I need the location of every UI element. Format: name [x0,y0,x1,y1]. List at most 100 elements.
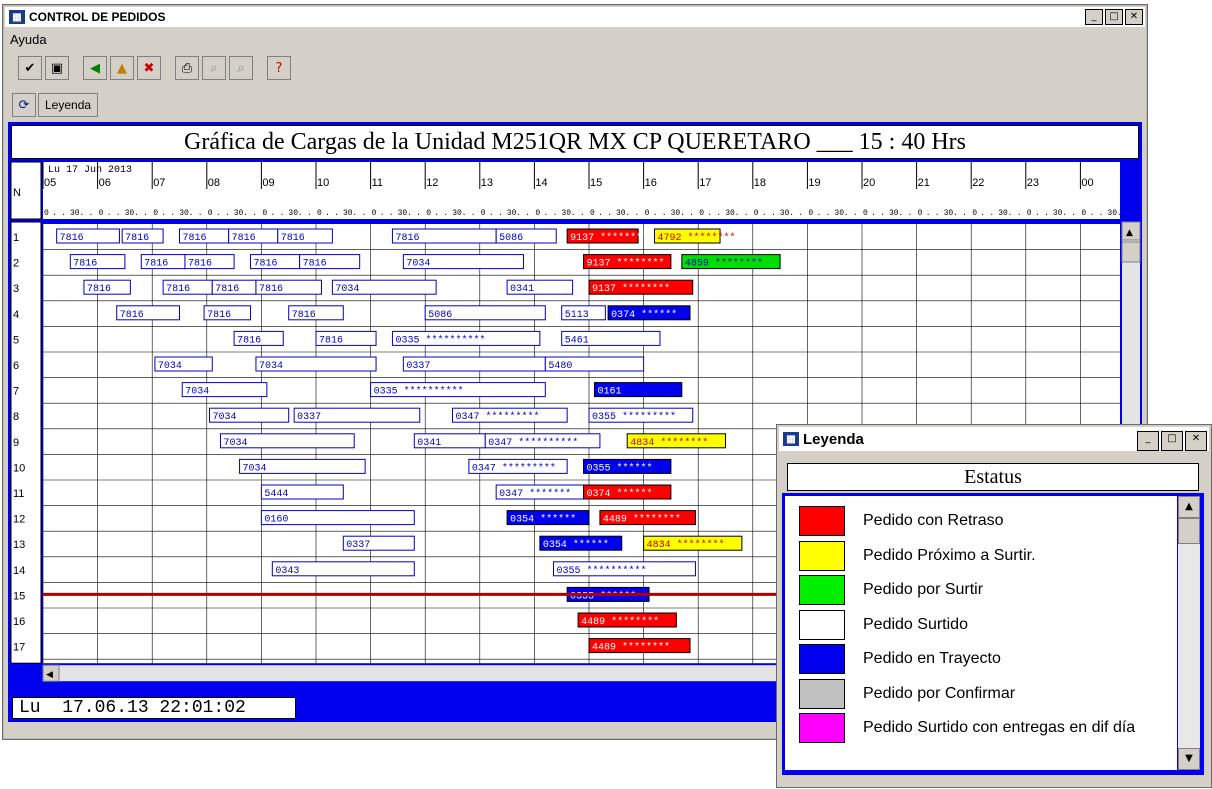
row-number: 12 [13,514,25,526]
minute-dot: . [598,209,603,218]
gantt-bar-label: 7034 [158,361,182,372]
minute-dot: . [1062,209,1067,218]
scroll-up-icon[interactable]: ▲ [1178,496,1200,518]
menu-ayuda[interactable]: Ayuda [10,32,47,47]
legend-button[interactable]: Leyenda [38,93,99,117]
minute-label-0: 0 [262,209,267,218]
gantt-bar-label: 7034 [335,284,359,295]
up-icon[interactable]: ▲ [110,56,134,80]
minute-dot: . [1117,209,1122,218]
minute-dot: . [689,209,694,218]
minute-dot: . [170,209,175,218]
row-number: 3 [13,283,19,295]
gantt-bar-label: 7816 [73,259,97,270]
legend-minimize-icon[interactable]: _ [1137,431,1159,451]
row-number: 7 [13,386,19,398]
gantt-bar-label: 7034 [213,412,237,423]
legend-item: Pedido por Confirmar [799,678,1015,709]
minute-dot: . [707,209,712,218]
minute-label-30: 30 [780,209,790,218]
minute-dot: . [580,209,585,218]
minute-label-30: 30 [616,209,626,218]
save-icon[interactable]: ▣ [45,56,69,80]
hour-label: 23 [1027,177,1039,189]
gantt-bar-label: 7816 [87,284,111,295]
hour-label: 17 [699,177,711,189]
gantt-bar-label: 7816 [253,259,277,270]
minute-dot: . [607,209,612,218]
scroll-thumb[interactable] [1178,518,1200,544]
minute-label-30: 30 [1053,209,1063,218]
gantt-bar-label: 0335 ********** [374,386,464,398]
minimize-icon[interactable]: _ [1085,9,1103,25]
refresh-icon[interactable]: ⟳ [12,93,36,117]
minute-dot: . [898,209,903,218]
minute-dot: . [525,209,530,218]
gantt-bar-label: 4792 ******** [658,232,736,244]
gantt-bar-label: 0347 ********* [456,411,540,423]
minute-dot: . [962,209,967,218]
gantt-bar-label: 4834 ******** [630,437,708,449]
minute-dot: . [407,209,412,218]
title-bar[interactable]: ▦ CONTROL DE PEDIDOS _ □ ✕ [5,7,1145,27]
gantt-bar-label: 7816 [232,233,256,244]
minute-label-30: 30 [671,209,681,218]
legend-window-title: Leyenda [803,430,864,448]
legend-toolbar: ⟳ Leyenda [12,93,99,117]
row-number: 17 [13,642,25,654]
legend-body: Pedido con Retraso Pedido Próximo a Surti… [782,493,1204,775]
hour-label: 08 [208,177,220,189]
gantt-bar-label: 0343 [275,566,299,577]
back-icon[interactable]: ◀ [83,56,107,80]
minute-label-0: 0 [426,209,431,218]
legend-title-bar[interactable]: ▦ Leyenda _ □ ✕ [779,427,1209,451]
gantt-bar-label: 7816 [207,310,231,321]
minute-dot: . [225,209,230,218]
legend-maximize-icon[interactable]: □ [1161,431,1183,451]
legend-header: Estatus [787,463,1199,491]
minute-dot: . [271,209,276,218]
legend-close-icon[interactable]: ✕ [1185,431,1207,451]
minute-dot: . [489,209,494,218]
minute-dot: . [107,209,112,218]
minute-label-0: 0 [1027,209,1032,218]
help-icon[interactable]: ? [267,56,291,80]
minute-label-30: 30 [343,209,353,218]
legend-window: ▦ Leyenda _ □ ✕ Estatus Pedido con Retra… [776,424,1212,788]
minute-dot: . [498,209,503,218]
hour-label: 09 [262,177,274,189]
legend-item: Pedido Surtido con entregas en dif día [799,713,1135,743]
check-icon[interactable]: ✔ [18,56,42,80]
gantt-bar-label: 0374 ****** [587,488,653,500]
gantt-bar-label: 7816 [319,335,343,346]
scroll-down-icon[interactable]: ▼ [1178,748,1200,770]
minute-dot: . [1035,209,1040,218]
print-icon[interactable]: ⎙ [175,56,199,80]
find-next-icon[interactable]: ⌕ [229,56,253,80]
legend-item: Pedido con Retraso [799,506,1004,536]
close-icon[interactable]: ✕ [1125,9,1143,25]
legend-scrollbar[interactable]: ▲ ▼ [1178,496,1200,770]
gantt-bar-label: 0355 ****** [570,590,636,602]
gantt-bar-label: 0347 ********* [472,462,556,474]
minute-label-30: 30 [725,209,735,218]
chart-title: Gráfica de Cargas de la Unidad M251QR MX… [11,125,1139,159]
minute-label-30: 30 [889,209,899,218]
gantt-bar-label: 0347 ********** [488,437,578,449]
gantt-bar-label: 4834 ******** [647,539,725,551]
minute-dot: . [980,209,985,218]
gantt-bar-label: 5086 [499,233,523,244]
minute-dot: . [134,209,139,218]
minute-dot: . [143,209,148,218]
minute-dot: . [516,209,521,218]
hour-label: 00 [1081,177,1093,189]
legend-swatch [799,678,845,709]
legend-swatch [799,540,845,571]
hour-label: 12 [426,177,438,189]
gantt-bar-label: 0337 [346,540,370,551]
cancel-icon[interactable]: ✖ [137,56,161,80]
find-icon[interactable]: ⌕ [202,56,226,80]
minute-dot: . [635,209,640,218]
maximize-icon[interactable]: □ [1105,9,1123,25]
minute-dot: . [1071,209,1076,218]
